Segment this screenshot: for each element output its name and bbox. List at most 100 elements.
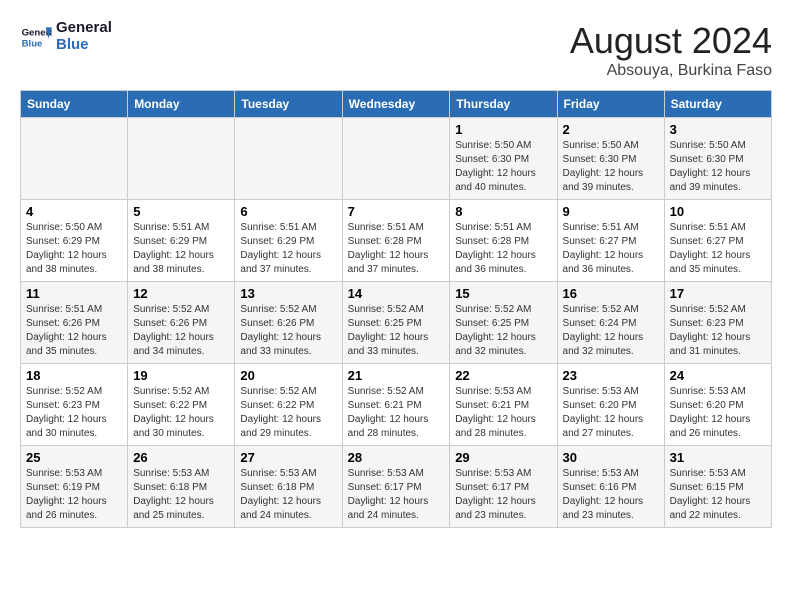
calendar-cell: 8 Sunrise: 5:51 AM Sunset: 6:28 PM Daylig… <box>450 200 557 282</box>
header-day-tuesday: Tuesday <box>235 91 342 118</box>
day-number: 13 <box>240 286 336 301</box>
day-number: 2 <box>563 122 659 137</box>
day-number: 3 <box>670 122 766 137</box>
calendar-cell: 3Sunrise: 5:50 AM Sunset: 6:30 PM Daylig… <box>664 118 771 200</box>
header-day-monday: Monday <box>128 91 235 118</box>
day-number: 5 <box>133 204 229 219</box>
logo: General Blue General Blue <box>20 20 112 53</box>
calendar-cell <box>342 118 450 200</box>
calendar-cell: 6 Sunrise: 5:51 AM Sunset: 6:29 PM Daylig… <box>235 200 342 282</box>
day-info: Sunrise: 5:53 AM Sunset: 6:21 PM Dayligh… <box>455 385 551 441</box>
header-day-friday: Friday <box>557 91 664 118</box>
svg-text:Blue: Blue <box>22 38 43 49</box>
day-number: 1 <box>455 122 551 137</box>
day-info: Sunrise: 5:50 AM Sunset: 6:30 PM Dayligh… <box>563 139 659 195</box>
calendar-cell: 20Sunrise: 5:52 AM Sunset: 6:22 PM Dayli… <box>235 364 342 446</box>
header: General Blue General Blue August 2024 Ab… <box>20 20 772 80</box>
calendar-cell: 12Sunrise: 5:52 AM Sunset: 6:26 PM Dayli… <box>128 282 235 364</box>
week-row-1: 1 Sunrise: 5:50 AM Sunset: 6:30 PM Daylig… <box>21 118 772 200</box>
calendar-cell: 22 Sunrise: 5:53 AM Sunset: 6:21 PM Dayli… <box>450 364 557 446</box>
day-number: 23 <box>563 368 659 383</box>
day-number: 4 <box>26 204 122 219</box>
day-number: 6 <box>240 204 336 219</box>
calendar-cell: 26 Sunrise: 5:53 AM Sunset: 6:18 PM Dayli… <box>128 446 235 528</box>
day-number: 20 <box>240 368 336 383</box>
header-row: SundayMondayTuesdayWednesdayThursdayFrid… <box>21 91 772 118</box>
day-info: Sunrise: 5:51 AM Sunset: 6:29 PM Dayligh… <box>133 221 229 277</box>
day-number: 24 <box>670 368 766 383</box>
day-info: Sunrise: 5:53 AM Sunset: 6:15 PM Dayligh… <box>670 467 766 523</box>
day-info: Sunrise: 5:53 AM Sunset: 6:18 PM Dayligh… <box>240 467 336 523</box>
week-row-3: 11Sunrise: 5:51 AM Sunset: 6:26 PM Dayli… <box>21 282 772 364</box>
day-info: Sunrise: 5:53 AM Sunset: 6:16 PM Dayligh… <box>563 467 659 523</box>
logo-line1: General <box>56 20 112 37</box>
calendar-cell: 23 Sunrise: 5:53 AM Sunset: 6:20 PM Dayli… <box>557 364 664 446</box>
week-row-5: 25 Sunrise: 5:53 AM Sunset: 6:19 PM Dayli… <box>21 446 772 528</box>
calendar-cell: 10Sunrise: 5:51 AM Sunset: 6:27 PM Dayli… <box>664 200 771 282</box>
day-info: Sunrise: 5:53 AM Sunset: 6:20 PM Dayligh… <box>563 385 659 441</box>
calendar-cell: 15 Sunrise: 5:52 AM Sunset: 6:25 PM Dayli… <box>450 282 557 364</box>
day-number: 7 <box>348 204 445 219</box>
day-info: Sunrise: 5:53 AM Sunset: 6:18 PM Dayligh… <box>133 467 229 523</box>
calendar-cell: 24 Sunrise: 5:53 AM Sunset: 6:20 PM Dayli… <box>664 364 771 446</box>
week-row-4: 18Sunrise: 5:52 AM Sunset: 6:23 PM Dayli… <box>21 364 772 446</box>
day-number: 25 <box>26 450 122 465</box>
title-area: August 2024 Absouya, Burkina Faso <box>570 20 772 80</box>
day-info: Sunrise: 5:52 AM Sunset: 6:26 PM Dayligh… <box>240 303 336 359</box>
header-day-wednesday: Wednesday <box>342 91 450 118</box>
calendar-cell: 7 Sunrise: 5:51 AM Sunset: 6:28 PM Daylig… <box>342 200 450 282</box>
day-info: Sunrise: 5:53 AM Sunset: 6:20 PM Dayligh… <box>670 385 766 441</box>
day-info: Sunrise: 5:51 AM Sunset: 6:27 PM Dayligh… <box>670 221 766 277</box>
day-number: 31 <box>670 450 766 465</box>
week-row-2: 4Sunrise: 5:50 AM Sunset: 6:29 PM Daylig… <box>21 200 772 282</box>
day-number: 12 <box>133 286 229 301</box>
calendar-cell: 5 Sunrise: 5:51 AM Sunset: 6:29 PM Daylig… <box>128 200 235 282</box>
day-number: 30 <box>563 450 659 465</box>
day-number: 26 <box>133 450 229 465</box>
day-number: 17 <box>670 286 766 301</box>
calendar-cell: 9 Sunrise: 5:51 AM Sunset: 6:27 PM Daylig… <box>557 200 664 282</box>
calendar-cell: 1Sunrise: 5:50 AM Sunset: 6:30 PM Daylig… <box>450 118 557 200</box>
day-number: 11 <box>26 286 122 301</box>
day-info: Sunrise: 5:52 AM Sunset: 6:23 PM Dayligh… <box>670 303 766 359</box>
day-number: 18 <box>26 368 122 383</box>
day-number: 22 <box>455 368 551 383</box>
calendar-cell <box>128 118 235 200</box>
day-number: 19 <box>133 368 229 383</box>
calendar-cell: 11Sunrise: 5:51 AM Sunset: 6:26 PM Dayli… <box>21 282 128 364</box>
calendar-cell: 4Sunrise: 5:50 AM Sunset: 6:29 PM Daylig… <box>21 200 128 282</box>
day-number: 8 <box>455 204 551 219</box>
day-number: 15 <box>455 286 551 301</box>
logo-icon: General Blue <box>20 21 52 53</box>
calendar-cell: 16Sunrise: 5:52 AM Sunset: 6:24 PM Dayli… <box>557 282 664 364</box>
calendar-cell: 29Sunrise: 5:53 AM Sunset: 6:17 PM Dayli… <box>450 446 557 528</box>
calendar-cell: 28 Sunrise: 5:53 AM Sunset: 6:17 PM Dayli… <box>342 446 450 528</box>
day-info: Sunrise: 5:53 AM Sunset: 6:19 PM Dayligh… <box>26 467 122 523</box>
day-number: 21 <box>348 368 445 383</box>
calendar-cell: 25 Sunrise: 5:53 AM Sunset: 6:19 PM Dayli… <box>21 446 128 528</box>
day-info: Sunrise: 5:51 AM Sunset: 6:28 PM Dayligh… <box>348 221 445 277</box>
calendar-table: SundayMondayTuesdayWednesdayThursdayFrid… <box>20 90 772 528</box>
calendar-cell <box>21 118 128 200</box>
day-info: Sunrise: 5:53 AM Sunset: 6:17 PM Dayligh… <box>348 467 445 523</box>
day-number: 28 <box>348 450 445 465</box>
calendar-cell: 17 Sunrise: 5:52 AM Sunset: 6:23 PM Dayli… <box>664 282 771 364</box>
day-info: Sunrise: 5:51 AM Sunset: 6:28 PM Dayligh… <box>455 221 551 277</box>
calendar-cell: 14Sunrise: 5:52 AM Sunset: 6:25 PM Dayli… <box>342 282 450 364</box>
day-info: Sunrise: 5:52 AM Sunset: 6:24 PM Dayligh… <box>563 303 659 359</box>
day-info: Sunrise: 5:52 AM Sunset: 6:25 PM Dayligh… <box>455 303 551 359</box>
header-day-sunday: Sunday <box>21 91 128 118</box>
day-number: 9 <box>563 204 659 219</box>
calendar-cell <box>235 118 342 200</box>
calendar-cell: 19Sunrise: 5:52 AM Sunset: 6:22 PM Dayli… <box>128 364 235 446</box>
day-info: Sunrise: 5:52 AM Sunset: 6:25 PM Dayligh… <box>348 303 445 359</box>
day-number: 29 <box>455 450 551 465</box>
calendar-cell: 27 Sunrise: 5:53 AM Sunset: 6:18 PM Dayli… <box>235 446 342 528</box>
day-info: Sunrise: 5:51 AM Sunset: 6:29 PM Dayligh… <box>240 221 336 277</box>
calendar-cell: 18Sunrise: 5:52 AM Sunset: 6:23 PM Dayli… <box>21 364 128 446</box>
day-info: Sunrise: 5:52 AM Sunset: 6:21 PM Dayligh… <box>348 385 445 441</box>
page-title: August 2024 <box>570 20 772 62</box>
day-number: 27 <box>240 450 336 465</box>
day-info: Sunrise: 5:51 AM Sunset: 6:27 PM Dayligh… <box>563 221 659 277</box>
calendar-cell: 21 Sunrise: 5:52 AM Sunset: 6:21 PM Dayli… <box>342 364 450 446</box>
